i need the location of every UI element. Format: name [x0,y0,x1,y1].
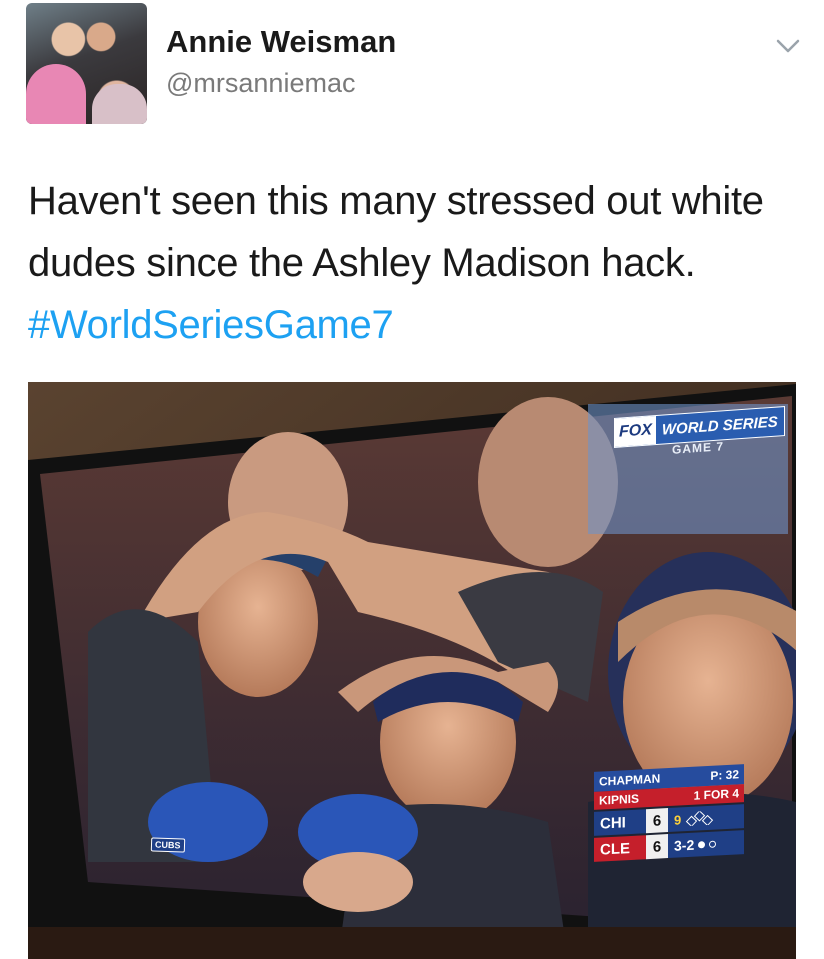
ball-strike-count: 3-2 [674,836,695,854]
out-dot-2 [709,840,717,848]
home-score: 6 [646,834,668,860]
away-team: CHI [594,809,646,836]
display-name[interactable]: Annie Weisman [166,24,396,60]
bases-icon [686,810,714,827]
home-team: CLE [594,835,646,862]
user-handle[interactable]: @mrsanniemac [166,68,355,99]
inning-number: 9 [674,811,682,828]
fox-logo: FOX [615,416,656,447]
batter-name: KIPNIS [599,791,640,808]
cubs-cap-logo: CUBS [150,837,185,853]
profile-avatar[interactable] [26,3,147,124]
tweet-text: Haven't seen this many stressed out whit… [28,170,798,356]
scoreboard: CHAPMAN P: 32 KIPNIS 1 FOR 4 CHI 6 9 CLE… [594,764,744,862]
event-title: WORLD SERIES [661,413,778,439]
tv-photo [28,382,796,959]
chevron-down-icon[interactable] [776,38,800,54]
avatar-figure-2 [92,84,147,124]
tweet-photo[interactable]: CUBS [28,382,796,959]
away-score: 6 [646,808,668,834]
batter-stats: 1 FOR 4 [693,786,739,803]
pitcher-name: CHAPMAN [599,771,661,789]
count-box: 3-2 [668,830,744,859]
out-dot-1 [698,840,706,848]
pitch-count: P: 32 [710,767,739,783]
avatar-figure [26,64,86,124]
inning-box: 9 [668,804,744,833]
hashtag-link[interactable]: #WorldSeriesGame7 [28,303,394,347]
tweet-body: Haven't seen this many stressed out whit… [28,179,764,285]
